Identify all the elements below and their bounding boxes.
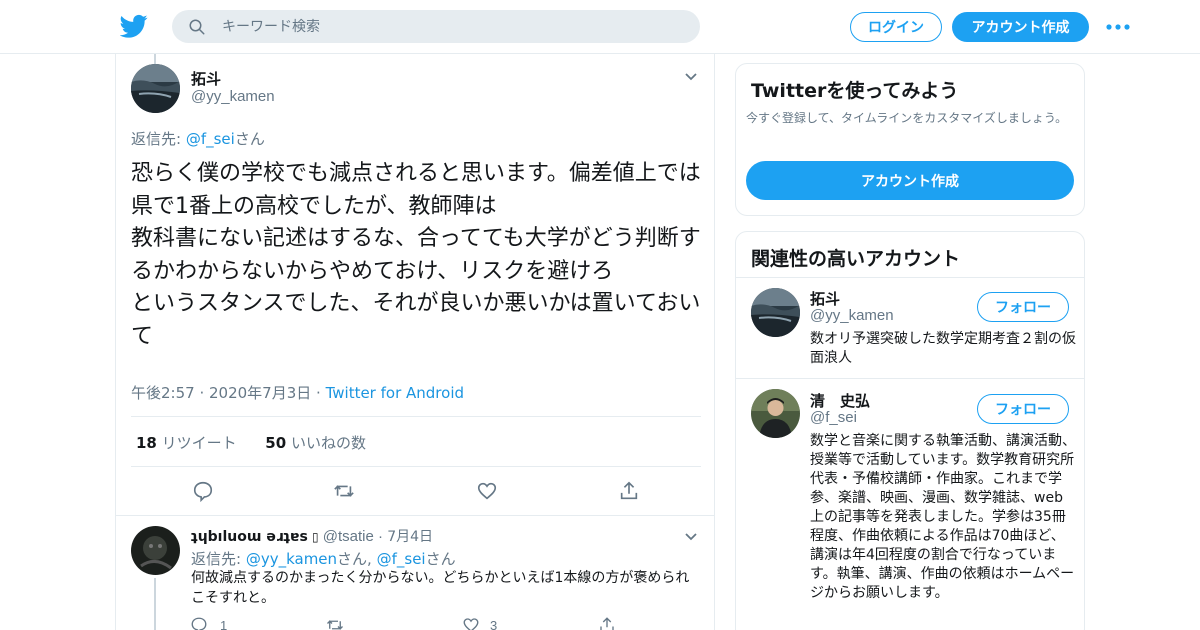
reply-author-handle[interactable]: @tsatie bbox=[323, 528, 374, 545]
chevron-down-icon[interactable] bbox=[684, 72, 698, 82]
twitter-bird-icon[interactable] bbox=[120, 12, 148, 40]
chevron-down-icon[interactable] bbox=[684, 532, 698, 542]
author-avatar[interactable] bbox=[131, 64, 180, 113]
retweet-count[interactable]: 18 bbox=[136, 434, 157, 452]
retweet-icon[interactable] bbox=[333, 480, 355, 502]
signup-card-title: Twitterを使ってみよう bbox=[751, 80, 959, 102]
tweet-metadata: 午後2:57 · 2020年7月3日 · Twitter for Android bbox=[131, 384, 465, 402]
top-navigation-bar: ログイン アカウント作成 bbox=[0, 0, 1200, 54]
more-options-icon[interactable] bbox=[1106, 22, 1130, 32]
tweet-time[interactable]: 午後2:57 bbox=[131, 384, 195, 402]
login-button[interactable]: ログイン bbox=[850, 12, 942, 42]
account-handle[interactable]: @yy_kamen bbox=[810, 307, 894, 324]
reply-count: 1 bbox=[220, 618, 228, 630]
reply-mention-link[interactable]: @f_sei bbox=[377, 550, 426, 568]
related-accounts-card: 関連性の高いアカウント 拓斗 @yy_kamen フォロー 数オリ予選突破した数… bbox=[735, 231, 1085, 630]
thread-connector-line bbox=[154, 54, 156, 64]
reply-author-line: ʇɥbıluoɯ əɹʇɐs ▯ @tsatie · 7月4日 bbox=[191, 528, 434, 545]
reply-prefix: 返信先: bbox=[131, 130, 186, 148]
search-input[interactable] bbox=[222, 10, 682, 43]
tweet-column: 拓斗 @yy_kamen 返信先: @f_seiさん 恐らく僕の学校でも減点され… bbox=[115, 54, 715, 630]
reply-mid: さん, bbox=[337, 550, 377, 568]
author-name[interactable]: 拓斗 bbox=[191, 68, 221, 89]
reply-icon[interactable] bbox=[192, 480, 214, 502]
signup-card: Twitterを使ってみよう 今すぐ登録して、タイムラインをカスタマイズしましょ… bbox=[735, 63, 1085, 216]
share-icon[interactable] bbox=[598, 616, 616, 630]
divider bbox=[116, 515, 714, 516]
tweet-source-link[interactable]: Twitter for Android bbox=[326, 384, 464, 402]
reply-author-name[interactable]: ʇɥbıluoɯ əɹʇɐs bbox=[191, 529, 308, 545]
account-avatar[interactable] bbox=[751, 288, 800, 337]
signup-card-subtitle: 今すぐ登録して、タイムラインをカスタマイズしましょう。 bbox=[746, 111, 1068, 125]
divider bbox=[131, 466, 701, 467]
related-accounts-title: 関連性の高いアカウント bbox=[751, 248, 961, 270]
search-bar bbox=[172, 10, 700, 43]
signup-card-button[interactable]: アカウント作成 bbox=[746, 161, 1074, 200]
reply-like-count: 3 bbox=[490, 618, 498, 630]
divider bbox=[736, 378, 1084, 379]
like-heart-icon[interactable] bbox=[476, 480, 498, 502]
retweet-label[interactable]: リツイート bbox=[162, 434, 237, 452]
reply-date[interactable]: 7月4日 bbox=[387, 529, 433, 545]
author-handle[interactable]: @yy_kamen bbox=[191, 88, 275, 105]
like-heart-icon[interactable] bbox=[462, 616, 480, 630]
retweet-icon[interactable] bbox=[326, 616, 344, 630]
reply-suffix: さん bbox=[234, 130, 265, 148]
account-avatar[interactable] bbox=[751, 389, 800, 438]
share-icon[interactable] bbox=[618, 480, 640, 502]
reply-prefix: 返信先: bbox=[191, 550, 246, 568]
account-name[interactable]: 拓斗 bbox=[810, 288, 840, 309]
follow-button[interactable]: フォロー bbox=[977, 292, 1069, 322]
like-count[interactable]: 50 bbox=[265, 434, 286, 452]
signup-button[interactable]: アカウント作成 bbox=[952, 12, 1089, 42]
reply-mention-link[interactable]: @yy_kamen bbox=[246, 550, 337, 568]
account-name[interactable]: 清 史弘 bbox=[810, 390, 870, 411]
tweet-text: 恐らく僕の学校でも減点されると思います。偏差値上では県で1番上の高校でしたが、教… bbox=[131, 161, 701, 349]
reply-name-icon: ▯ bbox=[312, 530, 319, 544]
reply-suffix: さん bbox=[425, 550, 456, 568]
account-bio: 数オリ予選突破した数学定期考査２割の仮面浪人 bbox=[810, 331, 1076, 366]
thread-connector-line bbox=[154, 578, 156, 630]
account-handle[interactable]: @f_sei bbox=[810, 409, 857, 426]
like-label[interactable]: いいねの数 bbox=[291, 434, 366, 452]
reply-icon[interactable] bbox=[190, 616, 208, 630]
tweet-date[interactable]: 2020年7月3日 bbox=[209, 384, 311, 402]
account-bio: 数学と音楽に関する執筆活動、講演活動、授業等で活動しています。数学教育研究所代表… bbox=[810, 433, 1076, 601]
tweet-stats: 18 リツイート 50 いいねの数 bbox=[136, 432, 366, 453]
reply-author-avatar[interactable] bbox=[131, 526, 180, 575]
divider bbox=[736, 277, 1084, 278]
reply-text: 何故減点するのかまったく分からない。どちらかといえば1本線の方が褒められこそすれ… bbox=[191, 570, 690, 606]
follow-button[interactable]: フォロー bbox=[977, 394, 1069, 424]
reply-context: 返信先: @f_seiさん bbox=[131, 128, 265, 149]
reply-mention-link[interactable]: @f_sei bbox=[186, 130, 235, 148]
reply-context: 返信先: @yy_kamenさん, @f_seiさん bbox=[191, 548, 456, 569]
search-icon bbox=[189, 19, 205, 35]
divider bbox=[131, 416, 701, 417]
